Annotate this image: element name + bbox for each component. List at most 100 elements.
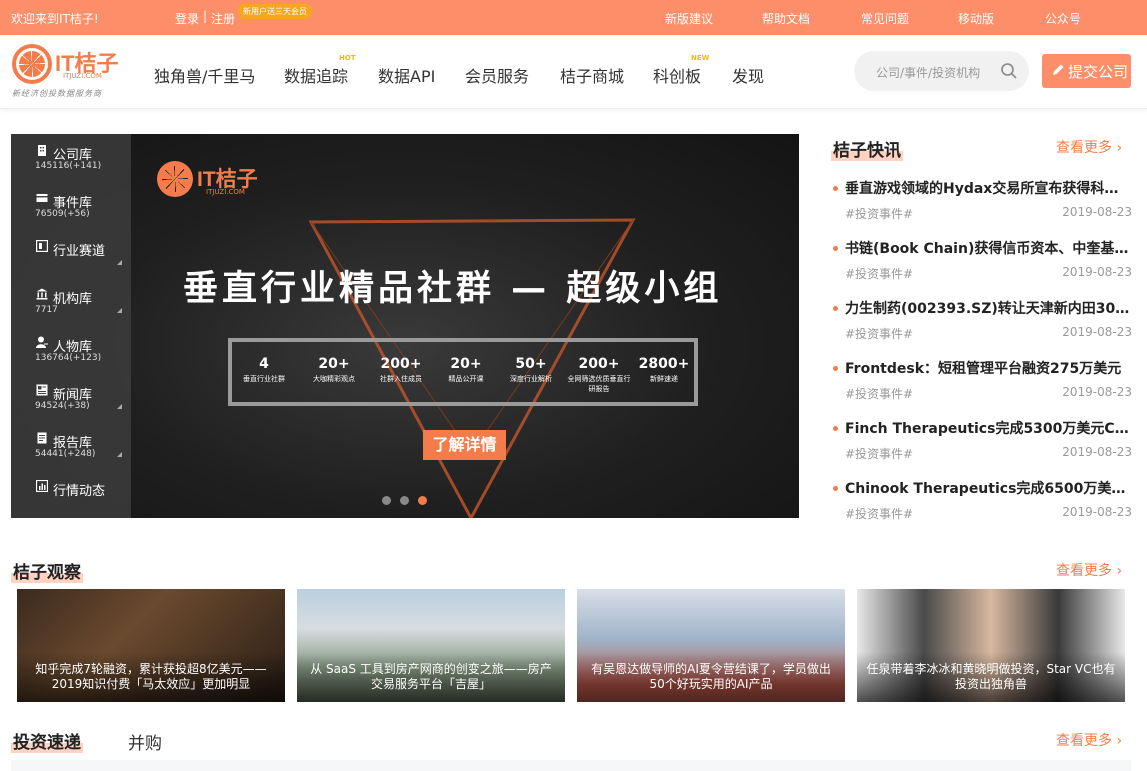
carousel-dot-active[interactable] <box>418 496 427 505</box>
logo-domain: ITJUZI.COM <box>63 72 102 80</box>
article-caption[interactable]: 知乎完成7轮融资，累计获投超8亿美元——2019知识付费「马太效应」更加明显 <box>17 652 285 702</box>
topbar-link-wechat[interactable]: 公众号 <box>1045 10 1081 27</box>
touzi-more-link[interactable]: 查看更多 › <box>1056 730 1122 750</box>
nav-data-tracking[interactable]: 数据追踪 <box>284 63 348 87</box>
news-item[interactable]: Finch Therapeutics完成5300万美元C轮融资 #投资事件# 2… <box>832 415 1132 475</box>
kuaixun-more-link[interactable]: 查看更多 › <box>1056 137 1122 157</box>
news-tag[interactable]: #投资事件# <box>845 505 913 522</box>
news-title[interactable]: 书链(Book Chain)获得信币资本、中奎基金投资 <box>845 238 1131 258</box>
bullet-icon <box>833 306 838 311</box>
touzi-title[interactable]: 投资速递 <box>11 728 83 753</box>
bullet-icon <box>833 246 838 251</box>
news-title[interactable]: Finch Therapeutics完成5300万美元C轮融资 <box>845 418 1131 438</box>
news-title[interactable]: Frontdesk：短租管理平台融资275万美元 <box>845 358 1131 378</box>
sidebar-item-label: 机构库 <box>53 292 93 307</box>
sidebar-item-reports[interactable]: 报告库 54441(+248) <box>11 422 131 470</box>
carousel-dot[interactable] <box>382 496 391 505</box>
topbar-link-help[interactable]: 帮助文档 <box>762 10 810 27</box>
banner-stat: 20+ 大咖精彩观点 <box>313 356 355 383</box>
new-badge: NEW <box>691 54 710 62</box>
nav-membership[interactable]: 会员服务 <box>465 63 529 87</box>
news-tag[interactable]: #投资事件# <box>845 205 913 222</box>
site-logo[interactable]: IT桔子 ITJUZI.COM 新经济创投数据服务商 <box>12 42 127 102</box>
orange-logo-icon <box>12 44 52 84</box>
banner-stat: 200+ 全网筛选优质垂直行研报告 <box>567 356 631 393</box>
kuaixun-title: 桔子快讯 <box>831 136 903 161</box>
banner-stat: 2800+ 新鲜速递 <box>638 356 690 383</box>
bullet-icon <box>833 366 838 371</box>
sidebar-item-industry[interactable]: 行业赛道 <box>11 230 131 278</box>
article-card[interactable]: 有吴恩达做导师的AI夏令营结课了，学员做出50个好玩实用的AI产品 <box>577 589 845 702</box>
article-card[interactable]: 从 SaaS 工具到房产网商的创变之旅——房产交易服务平台「吉屋」 <box>297 589 565 702</box>
nav-star-market[interactable]: 科创板 <box>653 63 701 87</box>
news-item[interactable]: 书链(Book Chain)获得信币资本、中奎基金投资 #投资事件# 2019-… <box>832 235 1132 295</box>
article-card[interactable]: 任泉带着李冰冰和黄晓明做投资，Star VC也有投资出独角兽 <box>857 589 1125 702</box>
orange-logo-icon <box>157 161 193 197</box>
hero-banner[interactable]: 公司库 145116(+141) 事件库 76509(+56) 行业赛道 机构库… <box>11 134 799 518</box>
sidebar-item-institutions[interactable]: 机构库 7717 <box>11 278 131 326</box>
search-input[interactable]: 公司/事件/投资机构 <box>876 64 980 81</box>
news-tag[interactable]: #投资事件# <box>845 445 913 462</box>
newspaper-icon <box>36 384 48 396</box>
news-tag[interactable]: #投资事件# <box>845 325 913 342</box>
guancha-more-link[interactable]: 查看更多 › <box>1056 560 1122 580</box>
topbar-link-faq[interactable]: 常见问题 <box>861 10 909 27</box>
news-title[interactable]: 力生制药(002393.SZ)转让天津新内田30%股权 <box>845 298 1131 318</box>
sidebar-item-company[interactable]: 公司库 145116(+141) <box>11 134 131 182</box>
expand-corner-icon <box>117 404 122 409</box>
nav-data-api[interactable]: 数据API <box>378 63 435 87</box>
bullet-icon <box>833 186 838 191</box>
news-item[interactable]: 垂直游戏领域的Hydax交易所宣布获得科技公司PandaRock投资 #投资事件… <box>832 175 1132 235</box>
bullet-icon <box>833 486 838 491</box>
article-caption[interactable]: 从 SaaS 工具到房产网商的创变之旅——房产交易服务平台「吉屋」 <box>297 652 565 702</box>
news-title[interactable]: Chinook Therapeutics完成6500万美元A轮融资 <box>845 478 1131 498</box>
nav-unicorn[interactable]: 独角兽/千里马 <box>154 63 255 87</box>
topbar-link-mobile[interactable]: 移动版 <box>958 10 994 27</box>
news-tag[interactable]: #投资事件# <box>845 385 913 402</box>
sidebar-item-news[interactable]: 新闻库 94524(+38) <box>11 374 131 422</box>
carousel-dot[interactable] <box>400 496 409 505</box>
submit-company-button[interactable]: 提交公司 <box>1042 54 1131 88</box>
card-icon <box>36 194 48 202</box>
welcome-text: 欢迎来到IT桔子! <box>11 12 99 26</box>
news-date: 2019-08-23 <box>1062 385 1132 399</box>
sidebar-item-count: 54441(+248) <box>35 449 96 459</box>
nav-shop[interactable]: 桔子商城 <box>560 63 624 87</box>
sidebar-item-label: 行业赛道 <box>53 244 106 259</box>
article-card[interactable]: 知乎完成7轮融资，累计获投超8亿美元——2019知识付费「马太效应」更加明显 <box>17 589 285 702</box>
logo-slogan: 新经济创投数据服务商 <box>12 89 102 98</box>
nav-discover[interactable]: 发现 <box>732 63 764 87</box>
news-date: 2019-08-23 <box>1062 445 1132 459</box>
learn-more-button[interactable]: 了解详情 <box>423 430 506 460</box>
news-tag[interactable]: #投资事件# <box>845 265 913 282</box>
news-date: 2019-08-23 <box>1062 505 1132 519</box>
promo-badge: 新用户送三天会员 <box>238 4 312 19</box>
news-item[interactable]: Frontdesk：短租管理平台融资275万美元 #投资事件# 2019-08-… <box>832 355 1132 415</box>
search-icon[interactable] <box>1000 62 1018 80</box>
sidebar-item-count: 76509(+56) <box>35 209 90 219</box>
tab-merger[interactable]: 并购 <box>128 729 162 754</box>
separator: | <box>203 9 208 23</box>
news-item[interactable]: Chinook Therapeutics完成6500万美元A轮融资 #投资事件#… <box>832 475 1132 535</box>
sidebar-item-market[interactable]: 行情动态 <box>11 470 131 518</box>
banner-stat: 4 垂直行业社群 <box>243 356 285 383</box>
sidebar-item-people[interactable]: 人物库 136764(+123) <box>11 326 131 374</box>
sidebar-item-count: 7717 <box>35 305 58 315</box>
article-caption[interactable]: 有吴恩达做导师的AI夏令营结课了，学员做出50个好玩实用的AI产品 <box>577 652 845 702</box>
news-item[interactable]: 力生制药(002393.SZ)转让天津新内田30%股权 #投资事件# 2019-… <box>832 295 1132 355</box>
banner-logo-domain: ITJUZI.COM <box>206 188 245 196</box>
banner-stat: 200+ 社群入住成员 <box>380 356 422 383</box>
top-bar: 欢迎来到IT桔子! 登录 | 注册 新用户送三天会员 新版建议 帮助文档 常见问… <box>0 0 1147 35</box>
login-link[interactable]: 登录 <box>175 10 199 27</box>
article-caption[interactable]: 任泉带着李冰冰和黄晓明做投资，Star VC也有投资出独角兽 <box>857 652 1125 702</box>
news-title[interactable]: 垂直游戏领域的Hydax交易所宣布获得科技公司PandaRock投资 <box>845 178 1131 198</box>
chart-icon <box>36 480 48 492</box>
sidebar-item-count: 94524(+38) <box>35 401 90 411</box>
sidebar-item-label: 行情动态 <box>53 484 106 499</box>
search-box[interactable]: 公司/事件/投资机构 <box>854 51 1029 91</box>
register-link[interactable]: 注册 <box>211 10 235 27</box>
bank-icon <box>36 288 48 300</box>
sidebar-item-events[interactable]: 事件库 76509(+56) <box>11 182 131 230</box>
expand-corner-icon <box>117 260 122 265</box>
topbar-link-feedback[interactable]: 新版建议 <box>665 10 713 27</box>
